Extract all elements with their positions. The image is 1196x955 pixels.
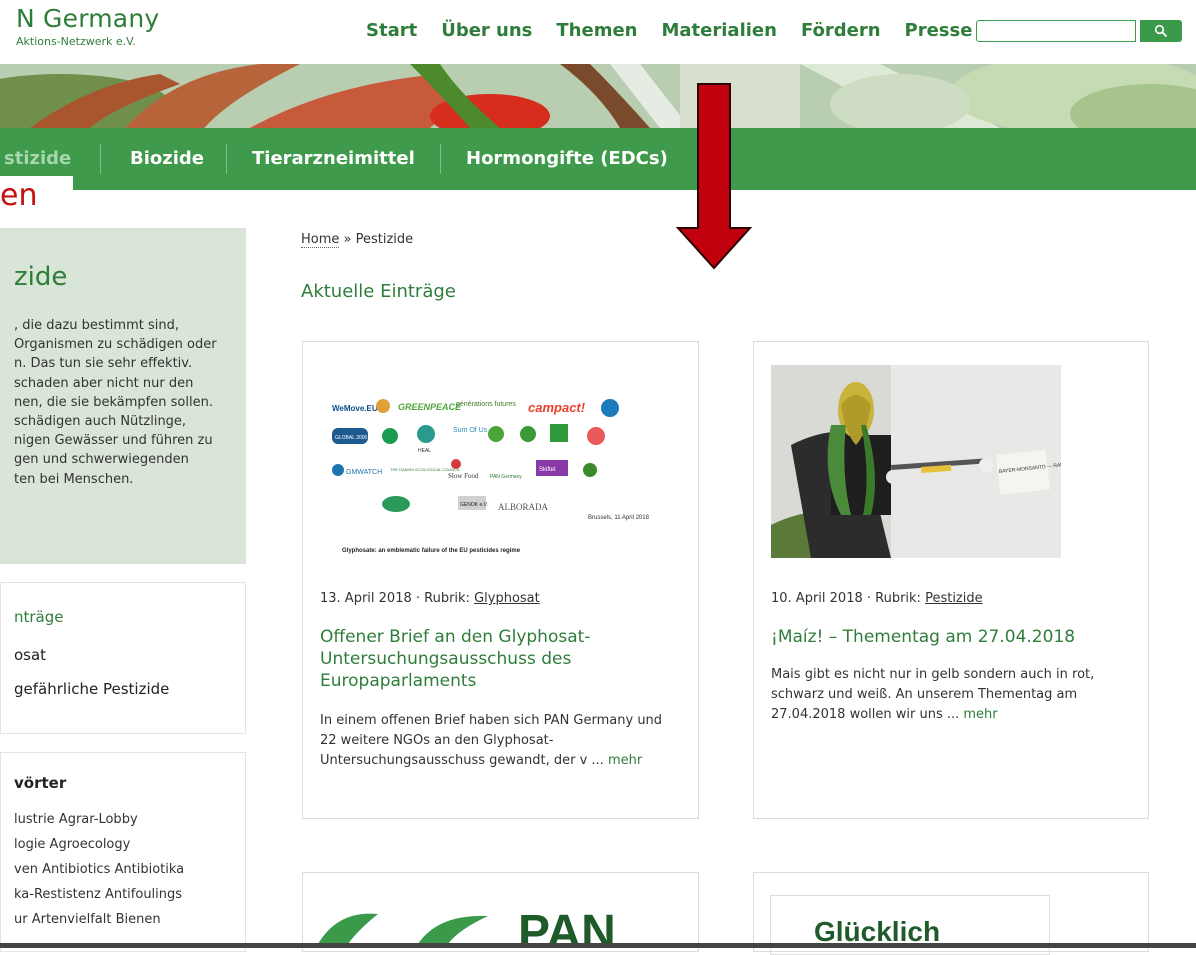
nav-presse[interactable]: Presse <box>905 20 973 41</box>
logo-title[interactable]: N Germany <box>16 4 159 33</box>
subnav-divider <box>100 144 101 174</box>
read-more-link[interactable]: mehr <box>608 753 642 768</box>
image-caption-text: Glyphosate: an emblematic failure of the… <box>342 548 521 554</box>
nav-themen[interactable]: Themen <box>556 20 637 41</box>
post-date: 13. April 2018 · Rubrik: <box>320 591 475 606</box>
logo-genok: GENOK e.V. <box>460 502 488 508</box>
tag-link[interactable]: ur Artenvielfalt Bienen <box>14 912 161 927</box>
logo-wemove: WeMove.EU <box>332 404 378 413</box>
sidebar-entries-title: nträge <box>14 608 64 626</box>
nav-foerdern[interactable]: Fördern <box>801 20 881 41</box>
breadcrumb-current: Pestizide <box>355 232 414 247</box>
tag-link[interactable]: ka-Restistenz Antifoulings <box>14 887 182 902</box>
image-date-text: Brussels, 11 April 2018 <box>588 515 650 521</box>
post-category-link[interactable]: Pestizide <box>925 591 983 606</box>
nav-start[interactable]: Start <box>366 20 417 41</box>
breadcrumb: Home » Pestizide <box>301 232 414 248</box>
logo-alborada: ALBORADA <box>498 502 549 512</box>
sidebar-intro-text: , die dazu bestimmt sind, Organismen zu … <box>14 318 217 487</box>
sub-navigation: stizide Biozide Tierarzneimittel Hormong… <box>0 128 1196 190</box>
post-title-link[interactable]: Offener Brief an den Glyphosat-Untersuch… <box>320 626 620 692</box>
subnav-pestizide[interactable]: stizide <box>4 148 71 169</box>
logo-pan-germany: PAN Germany <box>490 474 522 480</box>
search-button[interactable] <box>1140 20 1182 42</box>
nav-ueber-uns[interactable]: Über uns <box>441 20 532 41</box>
section-title: Aktuelle Einträge <box>301 281 456 302</box>
post-image-maiz-activist[interactable]: BAYER-MONSANTO — RAUS VOM ACKER <box>771 365 1061 558</box>
nav-materialien[interactable]: Materialien <box>662 20 777 41</box>
subnav-hormongifte[interactable]: Hormongifte (EDCs) <box>466 148 668 169</box>
search-input[interactable] <box>976 20 1136 42</box>
page-bottom-edge <box>0 943 1196 948</box>
logo-campact: campact! <box>528 400 586 415</box>
post-meta: 13. April 2018 · Rubrik: Glyphosat <box>320 591 540 606</box>
logo-skiftet: Skiftet <box>539 467 556 473</box>
logo-greenpeace: GREENPEACE <box>398 402 462 412</box>
logo-heal: HEAL <box>418 448 431 454</box>
logo-gmwatch: GMWATCH <box>346 469 382 476</box>
pan-logo-text: PAN <box>518 906 616 944</box>
post-excerpt: In einem offenen Brief haben sich PAN Ge… <box>320 711 680 771</box>
tag-link[interactable]: lustrie Agrar-Lobby <box>14 812 138 827</box>
sidebar-entry-link[interactable]: osat <box>14 646 46 664</box>
tag-link[interactable]: ven Antibiotics Antibiotika <box>14 862 184 877</box>
subnav-divider <box>226 144 227 174</box>
post-excerpt: Mais gibt es nicht nur in gelb sondern a… <box>771 665 1133 725</box>
post-excerpt-text: Mais gibt es nicht nur in gelb sondern a… <box>771 667 1095 722</box>
tag-link[interactable]: logie Agroecology <box>14 837 130 852</box>
logo-sumofus: Sum Of Us <box>453 427 488 434</box>
breadcrumb-home-link[interactable]: Home <box>301 232 340 248</box>
sidebar-tags-title: vörter <box>14 774 67 792</box>
subnav-divider <box>440 144 441 174</box>
read-more-link[interactable]: mehr <box>963 707 997 722</box>
post-category-link[interactable]: Glyphosat <box>474 591 540 606</box>
subnav-biozide[interactable]: Biozide <box>130 148 204 169</box>
magnifier-icon <box>1154 24 1167 37</box>
sidebar-entry-link[interactable]: gefährliche Pestizide <box>14 680 169 698</box>
logo-global2000: GLOBAL 2000 <box>335 435 368 441</box>
sidebar-title: zide <box>14 262 68 292</box>
post-image-ngo-logos[interactable]: WeMove.EU GREENPEACE générations futures… <box>328 378 674 558</box>
post-image-pan-logo[interactable]: PAN <box>318 900 668 944</box>
post-date: 10. April 2018 · Rubrik: <box>771 591 926 606</box>
post-meta: 10. April 2018 · Rubrik: Pestizide <box>771 591 983 606</box>
subnav-tierarzneimittel[interactable]: Tierarzneimittel <box>252 148 415 169</box>
overlay-label-text: en <box>0 178 38 213</box>
header-banner-image <box>0 64 1196 128</box>
main-navigation: Start Über uns Themen Materialien Förder… <box>366 20 996 41</box>
logo-slowfood: Slow Food <box>448 472 479 480</box>
breadcrumb-separator: » <box>339 232 356 247</box>
post-title-link[interactable]: ¡Maíz! – Thementag am 27.04.2018 <box>771 626 1131 648</box>
logo-generations-futures: générations futures <box>456 401 516 408</box>
logo-subtitle: Aktions-Netzwerk e.V. <box>16 35 136 48</box>
red-down-arrow-icon <box>676 83 752 270</box>
